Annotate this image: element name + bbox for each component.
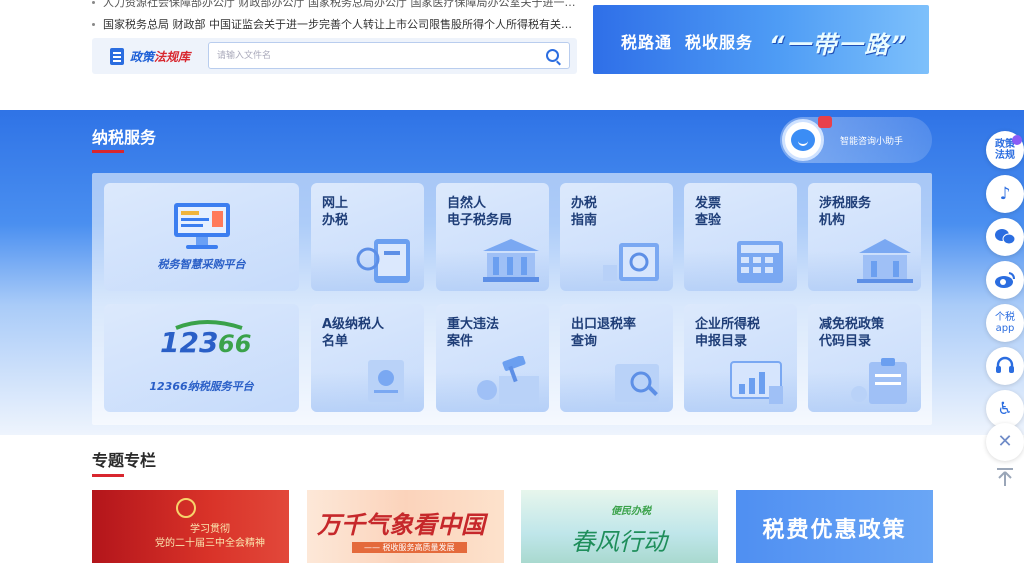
back-to-top-button[interactable] [986,458,1024,496]
banner-slogan: “一带一路” [769,31,908,59]
douyin-button[interactable]: ♪ [986,175,1024,213]
guide-book-icon [603,243,659,281]
tax-services-section: 纳税服务 智能咨询小助手 税务智慧采购平台 123 66 12366纳税服务平台… [0,110,1024,435]
weibo-icon [995,272,1015,288]
title-underline [92,474,124,477]
bullet-icon [92,22,95,26]
gavel-icon [477,356,539,404]
wechat-button[interactable] [986,218,1024,256]
douyin-icon: ♪ [999,183,1011,204]
individual-e-tax-card[interactable]: 自然人 电子税务局 [436,183,549,291]
policy-regulations-button[interactable]: 政策 法规 [986,131,1024,169]
bullet-icon [92,0,95,4]
belt-and-road-banner[interactable]: 税路通 税收服务 “一带一路” [593,5,929,74]
banner-brand: 税路通 [621,33,673,52]
card-title: 自然人 电子税务局 [447,196,513,228]
close-icon: ✕ [997,431,1013,452]
message-badge-icon [818,116,832,128]
news-item[interactable]: 国家税务总局 财政部 中国证监会关于进一步完善个人转让上市公司限售股所得个人所得… [92,16,577,32]
banner-subtitle: 税收服务 [685,33,754,52]
bar-chart-icon [730,361,783,404]
topic-banner-tax-preference[interactable]: 税费优惠政策 [736,490,933,563]
card-title: 出口退税率 查询 [571,317,637,349]
accessibility-icon: ♿ [997,398,1013,419]
monitor-icon [174,203,230,249]
topic-banner-china[interactable]: 万千气象看中国 —— 税收服务高质量发展 [307,490,504,563]
weibo-button[interactable] [986,261,1024,299]
tax-exemption-code-card[interactable]: 减免税政策 代码目录 [808,304,921,412]
card-title: 税务智慧采购平台 [157,258,246,271]
search-icon[interactable] [546,49,559,62]
banner-text: 学习贯彻 党的二十届三中全会精神 [155,524,265,549]
banner-subtext: —— 税收服务高质量发展 [352,542,467,553]
svg-text:123: 123 [160,326,218,359]
headset-icon [996,356,1014,373]
banner-text: 税费优惠政策 [762,518,907,543]
card-title: 发票 查验 [695,196,722,228]
banner-subtext: 便民办税 [611,506,651,517]
customer-service-button[interactable] [986,347,1024,385]
card-title: 重大违法 案件 [447,317,500,349]
logo-text: 政策 [130,49,155,64]
card-title: 办税 指南 [571,196,598,228]
hotline-logo-icon: 123 66 [160,320,251,359]
wechat-icon [995,229,1016,245]
tax-app-button[interactable]: 个税 app [986,304,1024,342]
card-title: 涉税服务 机构 [819,196,872,228]
policy-library-logo[interactable]: 政策法规库 [110,46,190,66]
a-level-taxpayer-card[interactable]: A级纳税人 名单 [311,304,424,412]
procurement-platform-card[interactable]: 税务智慧采购平台 [104,183,299,291]
clipboard-icon [851,358,907,404]
card-title: 企业所得税 申报目录 [695,317,761,349]
card-title: 减免税政策 代码目录 [819,317,885,349]
close-toolbar-button[interactable]: ✕ [986,423,1024,461]
search-input[interactable] [209,43,529,69]
topic-banner-plenum[interactable]: 学习贯彻 党的二十届三中全会精神 [92,490,289,563]
tax-guide-card[interactable]: 办税 指南 [560,183,673,291]
section-title: 专题专栏 [92,451,157,470]
certificate-scroll-icon [368,360,404,402]
topic-banner-spring-breeze[interactable]: 便民办税 春风行动 [521,490,718,563]
services-panel: 税务智慧采购平台 123 66 12366纳税服务平台 网上 办税 自然人 电子… [92,173,932,425]
news-title[interactable]: 人力资源社会保障部办公厅 财政部办公厅 国家税务总局办公厅 国家医疗保障局办公室… [103,0,577,9]
export-rebate-card[interactable]: 出口退税率 查询 [560,304,673,412]
notification-dot-icon [1012,135,1022,145]
card-title: A级纳税人 名单 [322,317,385,349]
hotline-platform-card[interactable]: 123 66 12366纳税服务平台 [104,304,299,412]
card-title: 网上 办税 [322,196,349,228]
corporate-income-tax-card[interactable]: 企业所得税 申报目录 [684,304,797,412]
search-box [208,42,570,69]
tax-service-agency-card[interactable]: 涉税服务 机构 [808,183,921,291]
news-title[interactable]: 国家税务总局 财政部 中国证监会关于进一步完善个人转让上市公司限售股所得个人所得… [103,18,577,31]
party-emblem-icon [176,498,196,518]
news-item[interactable]: 人力资源社会保障部办公厅 财政部办公厅 国家税务总局办公厅 国家医疗保障局办公室… [92,0,577,10]
svg-text:66: 66 [218,330,251,358]
tax-bureau-building-icon [483,239,539,282]
major-violation-card[interactable]: 重大违法 案件 [436,304,549,412]
banner-text: 春风行动 [571,528,667,556]
online-tax-card[interactable]: 网上 办税 [311,183,424,291]
section-title: 纳税服务 [92,128,157,147]
policy-search-bar: 政策法规库 [92,38,577,74]
logo-text-highlight: 法规库 [154,49,191,64]
calculator-icon [737,241,783,283]
smart-assistant-button[interactable]: 智能咨询小助手 [780,116,932,163]
back-to-top-icon [997,468,1013,486]
document-icon [110,47,124,65]
tablet-payment-icon [356,239,410,283]
assistant-label: 智能咨询小助手 [840,137,904,147]
button-label: 个税 app [995,312,1015,334]
magnifier-report-icon [615,364,659,402]
agency-building-icon [857,239,913,283]
news-area: 人力资源社会保障部办公厅 财政部办公厅 国家税务总局办公厅 国家医疗保障局办公室… [92,0,577,100]
banner-text: 万千气象看中国 [317,510,485,539]
title-underline [92,150,124,153]
invoice-check-card[interactable]: 发票 查验 [684,183,797,291]
card-title: 12366纳税服务平台 [149,380,254,393]
